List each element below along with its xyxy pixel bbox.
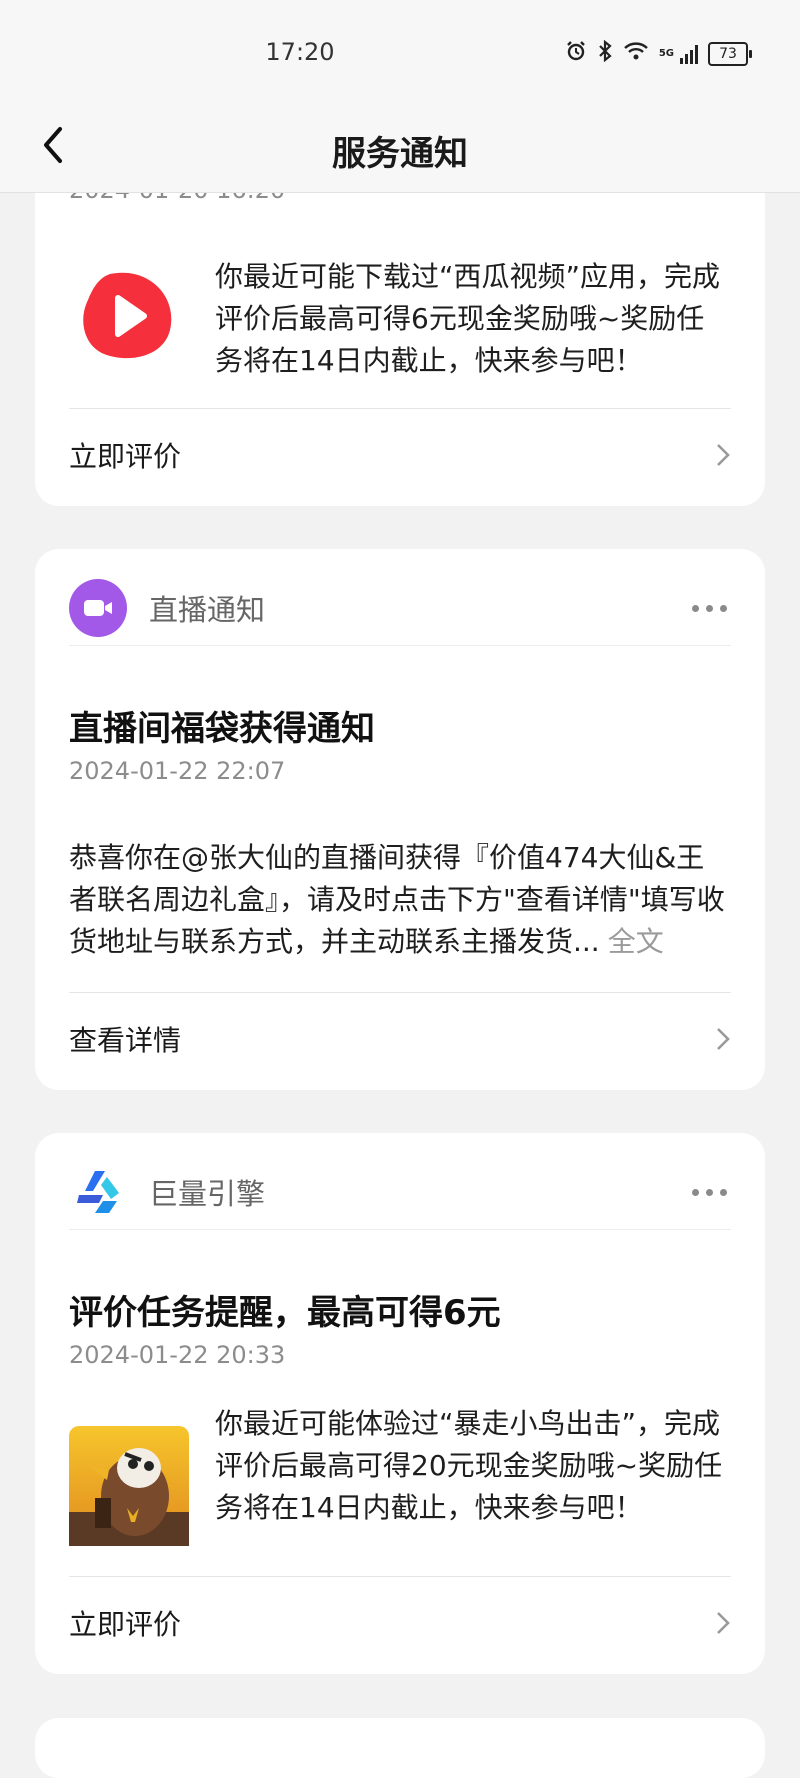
rate-now-row[interactable]: 立即评价 xyxy=(69,408,731,501)
signal-icon xyxy=(680,44,698,64)
action-label: 查看详情 xyxy=(69,1024,182,1057)
more-options-button[interactable] xyxy=(688,597,731,620)
full-text-link[interactable]: 全文 xyxy=(608,925,664,958)
battery-level: 73 xyxy=(719,45,737,62)
chevron-right-icon xyxy=(717,1612,730,1634)
source-name: 巨量引擎 xyxy=(149,1177,266,1211)
source-name: 直播通知 xyxy=(149,593,266,627)
card-title: 评价任务提醒，最高可得6元 xyxy=(69,1293,501,1333)
angry-bird-game-icon xyxy=(69,1426,189,1550)
status-time: 17:20 xyxy=(265,38,335,66)
notification-card-ocean-engine: 巨量引擎 评价任务提醒，最高可得6元 2024-01-22 20:33 你最近可… xyxy=(35,1133,765,1674)
action-label: 立即评价 xyxy=(69,440,182,473)
status-bar: 17:20 5G 73 xyxy=(0,0,800,100)
card-date: 2024-01-22 20:33 xyxy=(69,1341,286,1369)
page-title: 服务通知 xyxy=(332,134,468,174)
card-date: 2024-01-22 22:07 xyxy=(69,757,286,785)
card-title: 直播间福袋获得通知 xyxy=(69,709,375,749)
notification-card-next xyxy=(35,1718,765,1778)
rate-now-row[interactable]: 立即评价 xyxy=(69,1576,731,1669)
status-icons: 5G 73 xyxy=(565,39,752,67)
ocean-engine-logo xyxy=(69,1163,127,1221)
notification-card-live: 直播通知 直播间福袋获得通知 2024-01-22 22:07 恭喜你在@张大仙… xyxy=(35,549,765,1090)
chevron-right-icon xyxy=(717,444,730,466)
battery-icon: 73 xyxy=(708,41,752,66)
message-text: 你最近可能下载过“西瓜视频”应用，完成评价后最高可得6元现金奖励哦~奖励任务将在… xyxy=(215,260,721,377)
message-text: 恭喜你在@张大仙的直播间获得『价值474大仙&王者联名周边礼盒』，请及时点击下方… xyxy=(69,837,731,963)
xigua-video-logo xyxy=(80,268,176,368)
view-details-row[interactable]: 查看详情 xyxy=(69,992,731,1085)
alarm-icon xyxy=(565,40,587,67)
card-header: 直播通知 xyxy=(69,571,731,646)
wifi-icon xyxy=(623,41,649,66)
network-type: 5G xyxy=(658,47,674,59)
video-camera-icon xyxy=(69,579,127,637)
message-text: 你最近可能体验过“暴走小鸟出击”，完成评价后最高可得20元现金奖励哦~奖励任务将… xyxy=(215,1407,723,1524)
notification-card-xigua: 2024-01-20 16:20 你最近可能下载过“西瓜视频”应用，完成评价后最… xyxy=(35,150,765,506)
more-options-button[interactable] xyxy=(688,1181,731,1204)
action-label: 立即评价 xyxy=(69,1608,182,1641)
nav-bar: 服务通知 xyxy=(0,100,800,193)
chevron-right-icon xyxy=(717,1028,730,1050)
bluetooth-icon xyxy=(597,39,613,67)
card-header: 巨量引擎 xyxy=(69,1155,731,1230)
